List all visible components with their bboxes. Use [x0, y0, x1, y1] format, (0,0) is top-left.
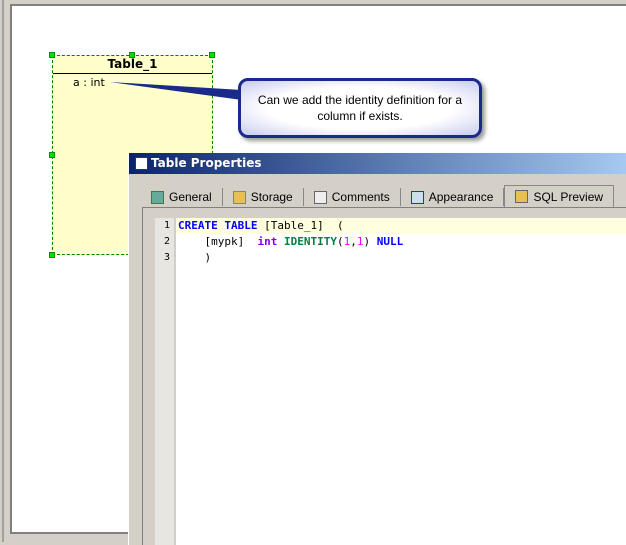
callout-note: Can we add the identity definition for a…	[238, 78, 482, 138]
keyword: TABLE	[224, 219, 258, 232]
type-keyword: int	[257, 235, 278, 248]
dialog-titlebar[interactable]: Table Properties	[129, 153, 626, 174]
tab-appearance[interactable]: Appearance	[401, 188, 505, 206]
table-properties-dialog: Table Properties General Storage Comment…	[128, 153, 626, 545]
line-number-gutter: 1 2 3	[155, 218, 175, 545]
tab-comments[interactable]: Comments	[304, 188, 401, 206]
appearance-icon	[410, 190, 424, 204]
sql-preview-panel: 1 2 3 CREATE TABLE [Table_1] ( [mypk] in…	[142, 207, 626, 545]
grid-icon	[151, 190, 164, 204]
code-line: )	[178, 251, 212, 264]
line-number: 1	[163, 220, 170, 231]
tab-label: Storage	[250, 190, 293, 204]
sql-preview-icon	[515, 190, 529, 203]
dialog-title: Table Properties	[151, 156, 262, 170]
sql-editor[interactable]: CREATE TABLE [Table_1] ( [mypk] int IDEN…	[176, 218, 626, 545]
code-text: (	[336, 235, 344, 248]
keyword: NULL	[376, 235, 404, 248]
tab-general[interactable]: General	[141, 188, 223, 206]
code-line: [mypk] int IDENTITY(1,1) NULL	[176, 234, 626, 250]
code-text: [Table_1] (	[257, 219, 344, 232]
tab-label: General	[169, 190, 212, 204]
table-icon	[135, 157, 148, 170]
tab-bar: General Storage Comments Appearance SQL …	[141, 185, 615, 207]
callout-text: Can we add the identity definition for a…	[257, 93, 463, 123]
keyword: CREATE	[178, 219, 218, 232]
line-number: 2	[163, 236, 170, 247]
tab-label: SQL Preview	[533, 189, 604, 204]
code-text: ,	[350, 235, 357, 248]
tab-storage[interactable]: Storage	[223, 188, 304, 206]
tab-label: Comments	[331, 190, 390, 204]
tab-label: Appearance	[428, 190, 494, 204]
function-keyword: IDENTITY	[283, 235, 337, 248]
storage-icon	[232, 190, 246, 204]
code-line: CREATE TABLE [Table_1] (	[176, 218, 626, 234]
line-number: 3	[163, 252, 170, 263]
comments-icon	[313, 190, 327, 204]
tab-sql-preview[interactable]: SQL Preview	[504, 185, 615, 207]
code-text: [mypk]	[178, 235, 258, 248]
